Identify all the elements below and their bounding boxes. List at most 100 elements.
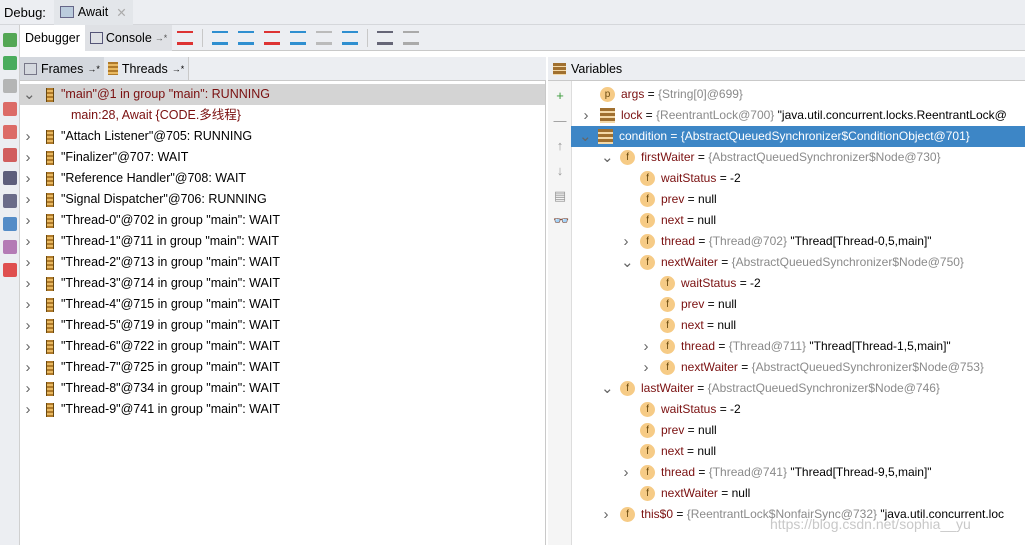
chevron-right-icon[interactable]: › <box>23 336 33 357</box>
thread-item[interactable]: ⌄ "main"@1 in group "main": RUNNING <box>20 84 545 105</box>
thread-item[interactable]: › "Thread-4"@715 in group "main": WAIT <box>20 294 545 315</box>
variable-row[interactable]: f prev = null <box>573 189 1025 210</box>
chevron-down-icon[interactable]: ⌄ <box>601 147 614 168</box>
view-breakpoints-icon[interactable] <box>3 125 17 139</box>
show-execution-point-icon[interactable] <box>177 30 194 45</box>
chevron-right-icon[interactable]: › <box>641 336 651 357</box>
variable-row[interactable]: › f thread = {Thread@702} "Thread[Thread-0… <box>573 231 1025 252</box>
chevron-down-icon[interactable]: ⌄ <box>23 84 36 105</box>
settings-icon[interactable] <box>3 217 17 231</box>
camera-icon[interactable] <box>3 171 17 185</box>
chevron-right-icon[interactable]: › <box>23 231 33 252</box>
chevron-down-icon[interactable]: ⌄ <box>621 252 634 273</box>
chevron-right-icon[interactable]: › <box>601 504 611 525</box>
thread-item[interactable]: › "Thread-3"@714 in group "main": WAIT <box>20 273 545 294</box>
run-to-cursor-icon[interactable] <box>342 30 359 45</box>
evaluate-expression-icon[interactable] <box>377 30 394 45</box>
chevron-right-icon[interactable]: › <box>23 315 33 336</box>
variable-row[interactable]: ⌄ f nextWaiter = {AbstractQueuedSynchroniz… <box>573 252 1025 273</box>
remove-watch-icon[interactable]: — <box>553 114 567 128</box>
tab-debugger[interactable]: Debugger <box>20 24 85 51</box>
chevron-right-icon[interactable]: › <box>23 252 33 273</box>
thread-item[interactable]: › "Reference Handler"@708: WAIT <box>20 168 545 189</box>
thread-item[interactable]: › "Thread-2"@713 in group "main": WAIT <box>20 252 545 273</box>
pin-icon[interactable]: →* <box>87 64 100 74</box>
variable-row[interactable]: p args = {String[0]@699} <box>573 84 1025 105</box>
variable-row[interactable]: ⌄ f firstWaiter = {AbstractQueuedSynchroni… <box>573 147 1025 168</box>
chevron-right-icon[interactable]: › <box>621 231 631 252</box>
pin-icon[interactable]: →* <box>155 33 168 43</box>
chevron-right-icon[interactable]: › <box>23 147 33 168</box>
chevron-down-icon[interactable]: ⌄ <box>579 126 592 147</box>
variable-row[interactable]: › f thread = {Thread@711} "Thread[Thread-1… <box>573 336 1025 357</box>
stop-icon[interactable] <box>3 102 17 116</box>
layout-icon[interactable] <box>3 194 17 208</box>
thread-item[interactable]: › "Thread-9"@741 in group "main": WAIT <box>20 399 545 420</box>
step-over-icon[interactable] <box>212 30 229 45</box>
chevron-right-icon[interactable]: › <box>23 357 33 378</box>
close-icon[interactable] <box>3 263 17 277</box>
pin-icon[interactable]: →* <box>172 64 185 74</box>
step-out-icon[interactable] <box>290 30 307 45</box>
tab-threads-label: Threads <box>121 61 168 76</box>
chevron-right-icon[interactable]: › <box>23 126 33 147</box>
chevron-right-icon[interactable]: › <box>23 294 33 315</box>
variable-row[interactable]: f next = null <box>573 210 1025 231</box>
variable-row[interactable]: f prev = null <box>573 420 1025 441</box>
close-icon[interactable]: ✕ <box>116 5 126 20</box>
chevron-down-icon[interactable]: ⌄ <box>601 378 614 399</box>
trace-icon[interactable] <box>403 30 420 45</box>
thread-item[interactable]: › "Finalizer"@707: WAIT <box>20 147 545 168</box>
variable-row[interactable]: f next = null <box>573 441 1025 462</box>
variable-row[interactable]: f waitStatus = -2 <box>573 273 1025 294</box>
frame-item[interactable]: main:28, Await {CODE.多线程} <box>20 105 545 126</box>
variable-row[interactable]: ⌄ condition = {AbstractQueuedSynchronizer… <box>571 126 1025 147</box>
variable-row[interactable]: › f nextWaiter = {AbstractQueuedSynchroniz… <box>573 357 1025 378</box>
force-step-into-icon[interactable] <box>264 30 281 45</box>
step-into-icon[interactable] <box>238 30 255 45</box>
variable-row[interactable]: › f thread = {Thread@741} "Thread[Thread-9… <box>573 462 1025 483</box>
thread-item[interactable]: › "Thread-5"@719 in group "main": WAIT <box>20 315 545 336</box>
tab-console[interactable]: Console →* <box>84 24 173 51</box>
thread-item[interactable]: › "Thread-8"@734 in group "main": WAIT <box>20 378 545 399</box>
variable-row[interactable]: f nextWaiter = null <box>573 483 1025 504</box>
pause-icon[interactable] <box>3 79 17 93</box>
variable-row[interactable]: f waitStatus = -2 <box>573 168 1025 189</box>
thread-item[interactable]: › "Thread-7"@725 in group "main": WAIT <box>20 357 545 378</box>
drop-frame-icon[interactable] <box>316 30 333 45</box>
copy-icon[interactable]: ▤ <box>553 189 567 203</box>
down-icon[interactable]: ↓ <box>553 164 567 178</box>
chevron-right-icon[interactable]: › <box>23 399 33 420</box>
chevron-right-icon[interactable]: › <box>23 168 33 189</box>
pin-icon[interactable] <box>3 240 17 254</box>
tab-frames[interactable]: Frames →* <box>20 57 104 80</box>
up-icon[interactable]: ↑ <box>553 139 567 153</box>
chevron-right-icon[interactable]: › <box>581 105 591 126</box>
variable-row[interactable]: f waitStatus = -2 <box>573 399 1025 420</box>
thread-item[interactable]: › "Thread-6"@722 in group "main": WAIT <box>20 336 545 357</box>
thread-item[interactable]: › "Signal Dispatcher"@706: RUNNING <box>20 189 545 210</box>
thread-item[interactable]: › "Attach Listener"@705: RUNNING <box>20 126 545 147</box>
thread-icon <box>46 193 54 207</box>
tab-threads[interactable]: Threads →* <box>103 57 190 80</box>
variable-row[interactable]: f next = null <box>573 315 1025 336</box>
chevron-right-icon[interactable]: › <box>23 189 33 210</box>
show-watches-icon[interactable]: 👓 <box>553 214 569 228</box>
chevron-right-icon[interactable]: › <box>23 273 33 294</box>
rerun-icon[interactable] <box>3 33 17 47</box>
variable-type: {ReentrantLock@700} <box>656 108 775 122</box>
chevron-right-icon[interactable]: › <box>641 357 651 378</box>
thread-item[interactable]: › "Thread-0"@702 in group "main": WAIT <box>20 210 545 231</box>
chevron-right-icon[interactable]: › <box>621 462 631 483</box>
chevron-right-icon[interactable]: › <box>23 378 33 399</box>
variable-row[interactable]: › lock = {ReentrantLock@700} "java.util.c… <box>573 105 1025 126</box>
variable-row[interactable]: f prev = null <box>573 294 1025 315</box>
new-watch-icon[interactable]: + <box>553 89 567 103</box>
resume-icon[interactable] <box>3 56 17 70</box>
session-tab-await[interactable]: Await ✕ <box>53 0 133 25</box>
mute-breakpoints-icon[interactable] <box>3 148 17 162</box>
variable-row[interactable]: ⌄ f lastWaiter = {AbstractQueuedSynchroniz… <box>573 378 1025 399</box>
thread-item[interactable]: › "Thread-1"@711 in group "main": WAIT <box>20 231 545 252</box>
variable-text: waitStatus = -2 <box>681 273 1025 294</box>
chevron-right-icon[interactable]: › <box>23 210 33 231</box>
